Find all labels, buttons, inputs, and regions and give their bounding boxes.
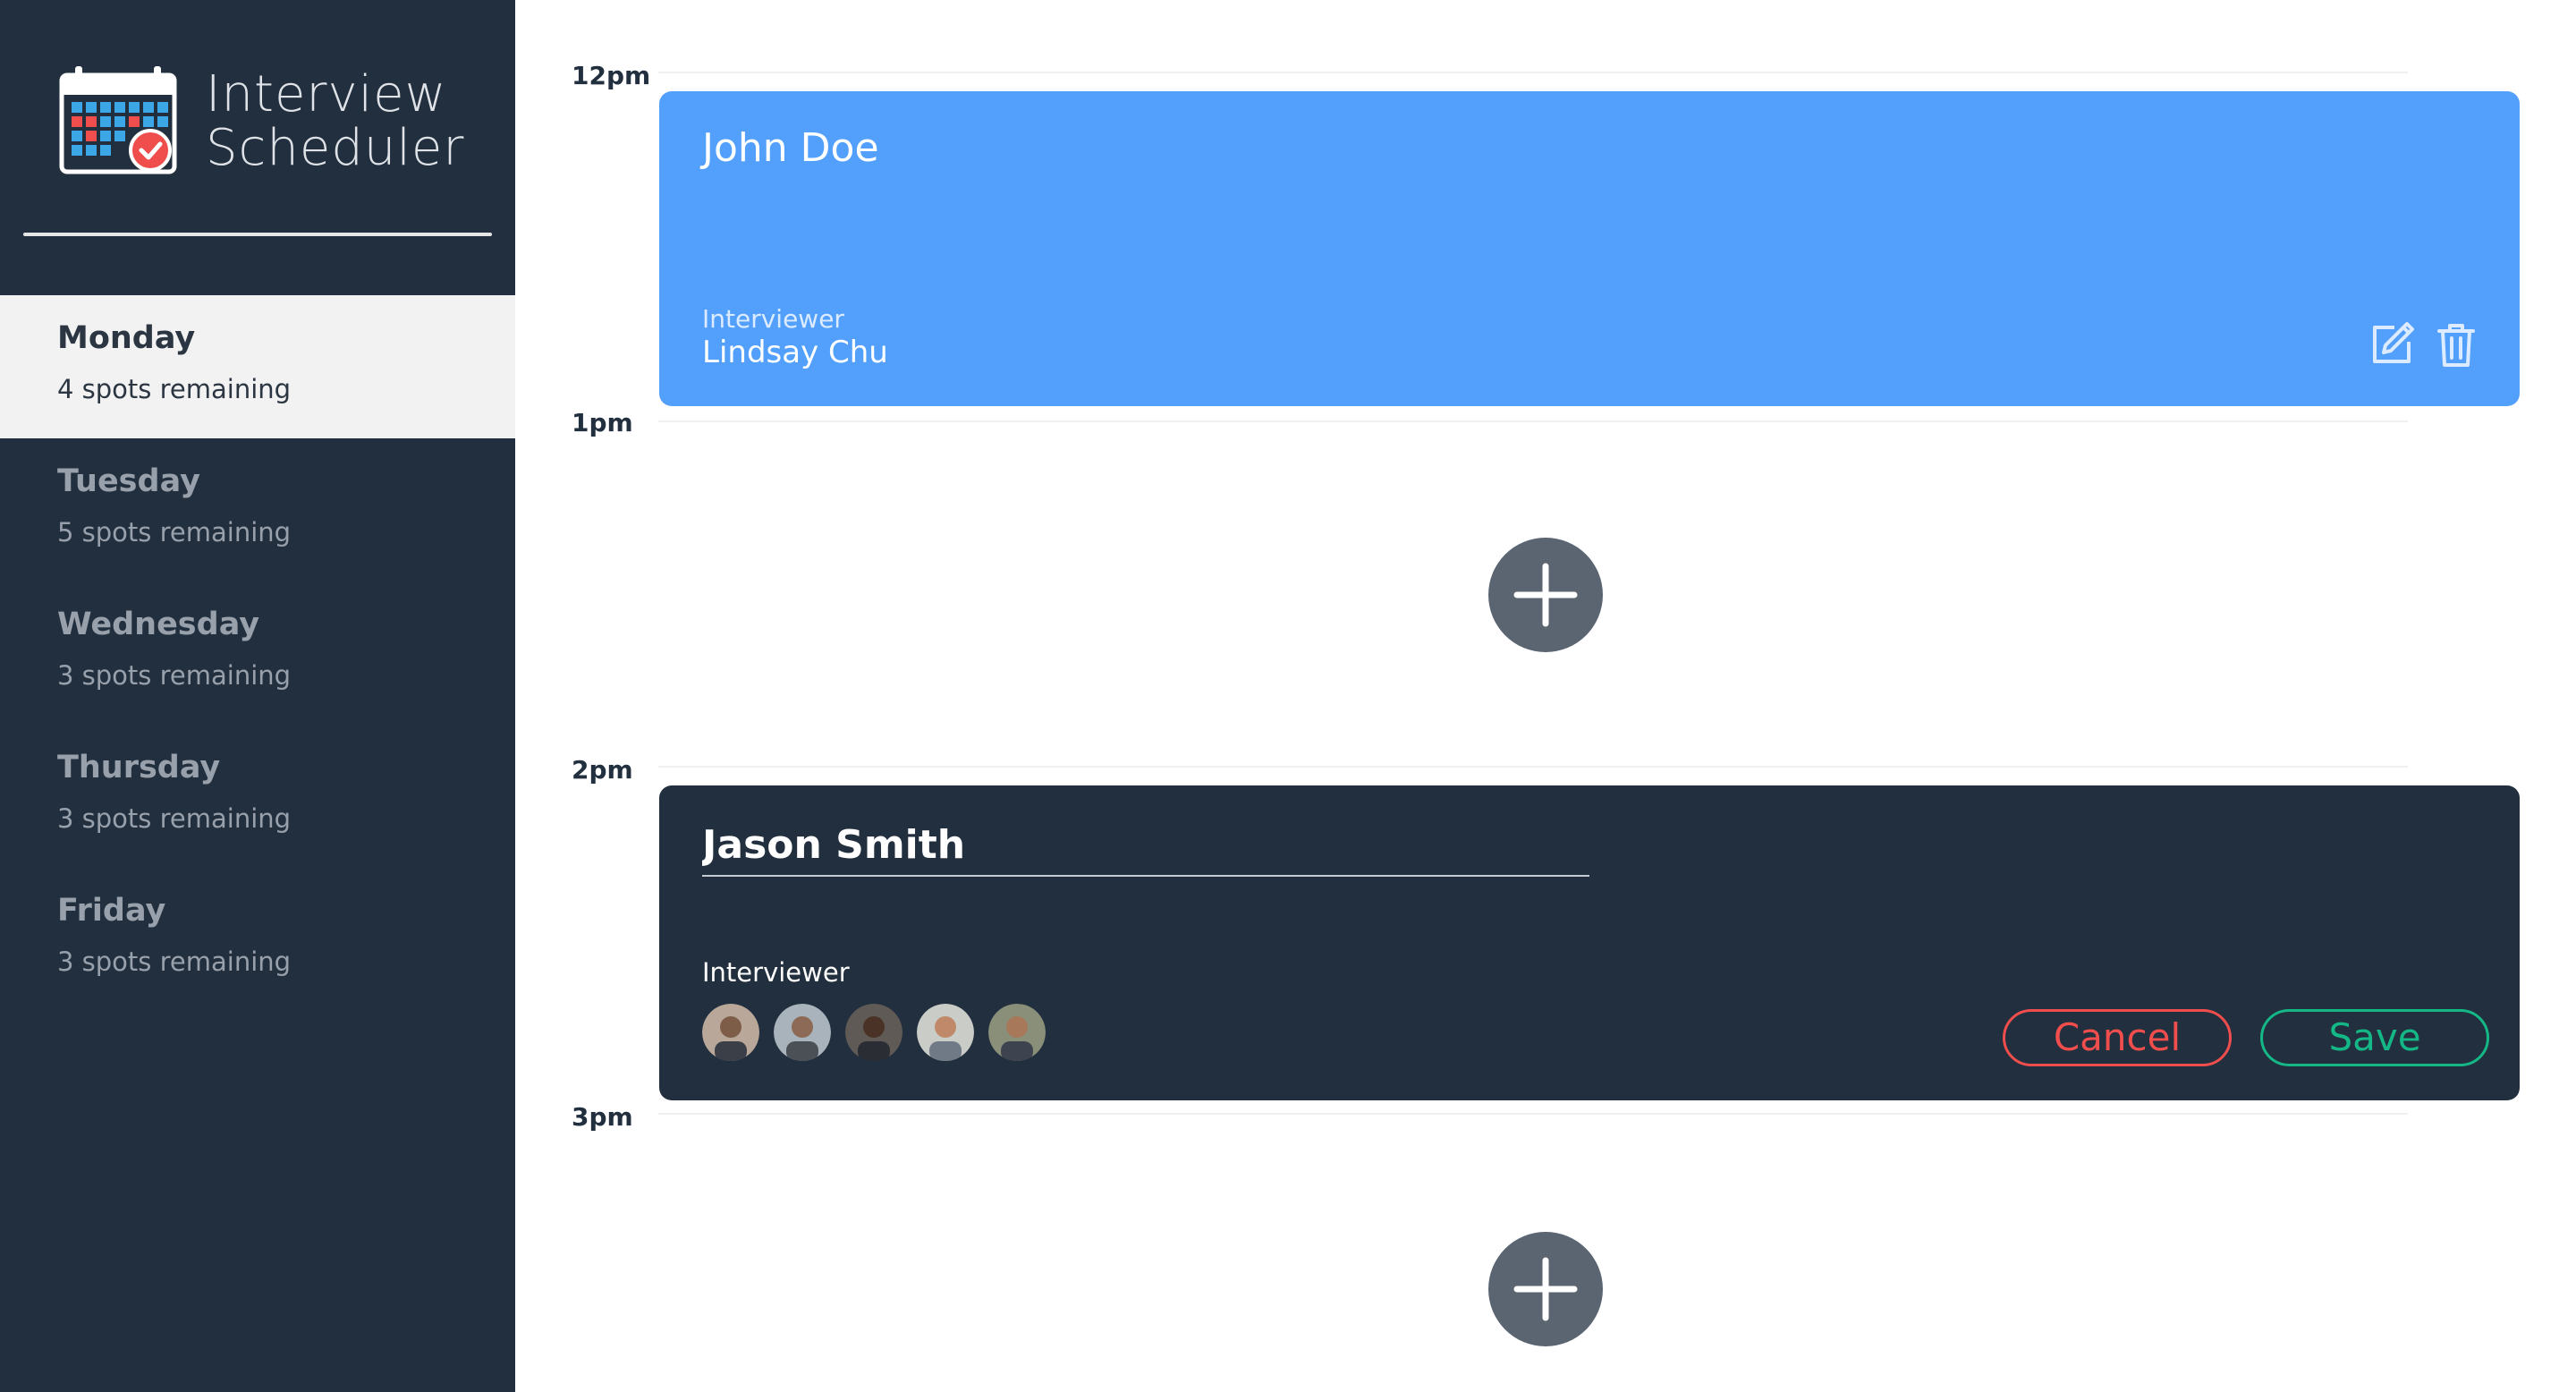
student-name-input[interactable] [702,819,1589,877]
day-item-thursday[interactable]: Thursday 3 spots remaining [0,725,515,868]
app-title-line2: Scheduler [206,119,465,177]
cancel-button[interactable]: Cancel [2003,1009,2232,1066]
day-name: Thursday [57,750,221,785]
hour-label-12pm: 12pm [572,61,651,90]
appointment-card: John Doe Interviewer Lindsay Chu [659,91,2520,406]
interviewer-list [702,1004,1046,1061]
interviewer-avatar[interactable] [774,1004,831,1061]
interviewer-label: Interviewer [702,957,850,988]
plus-icon [1513,563,1578,627]
day-name: Friday [57,893,166,929]
day-item-friday[interactable]: Friday 3 spots remaining [0,868,515,1011]
save-button[interactable]: Save [2260,1009,2489,1066]
day-spots: 4 spots remaining [57,374,292,404]
hour-divider [658,420,2408,422]
hour-label-2pm: 2pm [572,755,633,785]
interviewer-avatar[interactable] [845,1004,902,1061]
interviewer-avatar[interactable] [988,1004,1046,1061]
trash-icon[interactable] [2432,320,2480,369]
edit-icon[interactable] [2368,320,2416,369]
hour-divider [658,766,2408,768]
app-title-line1: Interview [206,65,447,123]
app-title: Interview Scheduler [206,68,464,175]
hour-label-1pm: 1pm [572,408,633,437]
add-appointment-button[interactable] [1488,538,1603,652]
add-appointment-button[interactable] [1488,1232,1603,1346]
sidebar-divider [23,233,492,236]
day-name: Wednesday [57,607,260,642]
interviewer-avatar[interactable] [917,1004,974,1061]
day-spots: 3 spots remaining [57,660,292,691]
hour-label-3pm: 3pm [572,1102,633,1132]
interviewer-label: Interviewer [702,304,844,334]
hour-divider [658,72,2408,73]
logo: Interview Scheduler [59,66,463,182]
interviewer-name: Lindsay Chu [702,335,888,370]
day-name: Monday [57,320,196,356]
student-name: John Doe [702,125,879,171]
appointment-actions [2368,320,2480,369]
day-item-tuesday[interactable]: Tuesday 5 spots remaining [0,438,515,581]
calendar-logo-icon [59,66,177,174]
appointment-form: Interviewer Cancel Save [659,785,2520,1100]
day-spots: 3 spots remaining [57,946,292,977]
interviewer-avatar[interactable] [702,1004,759,1061]
app: Interview Scheduler Monday 4 spots remai… [0,0,2576,1392]
day-item-wednesday[interactable]: Wednesday 3 spots remaining [0,581,515,725]
hour-divider [658,1113,2408,1115]
schedule: 12pm 1pm 2pm 3pm John Doe Interviewer Li… [515,0,2576,1392]
day-list: Monday 4 spots remaining Tuesday 5 spots… [0,295,515,1011]
day-spots: 3 spots remaining [57,803,292,834]
plus-icon [1513,1257,1578,1321]
sidebar: Interview Scheduler Monday 4 spots remai… [0,0,515,1392]
day-name: Tuesday [57,463,200,499]
day-spots: 5 spots remaining [57,517,292,547]
day-item-monday[interactable]: Monday 4 spots remaining [0,295,515,438]
